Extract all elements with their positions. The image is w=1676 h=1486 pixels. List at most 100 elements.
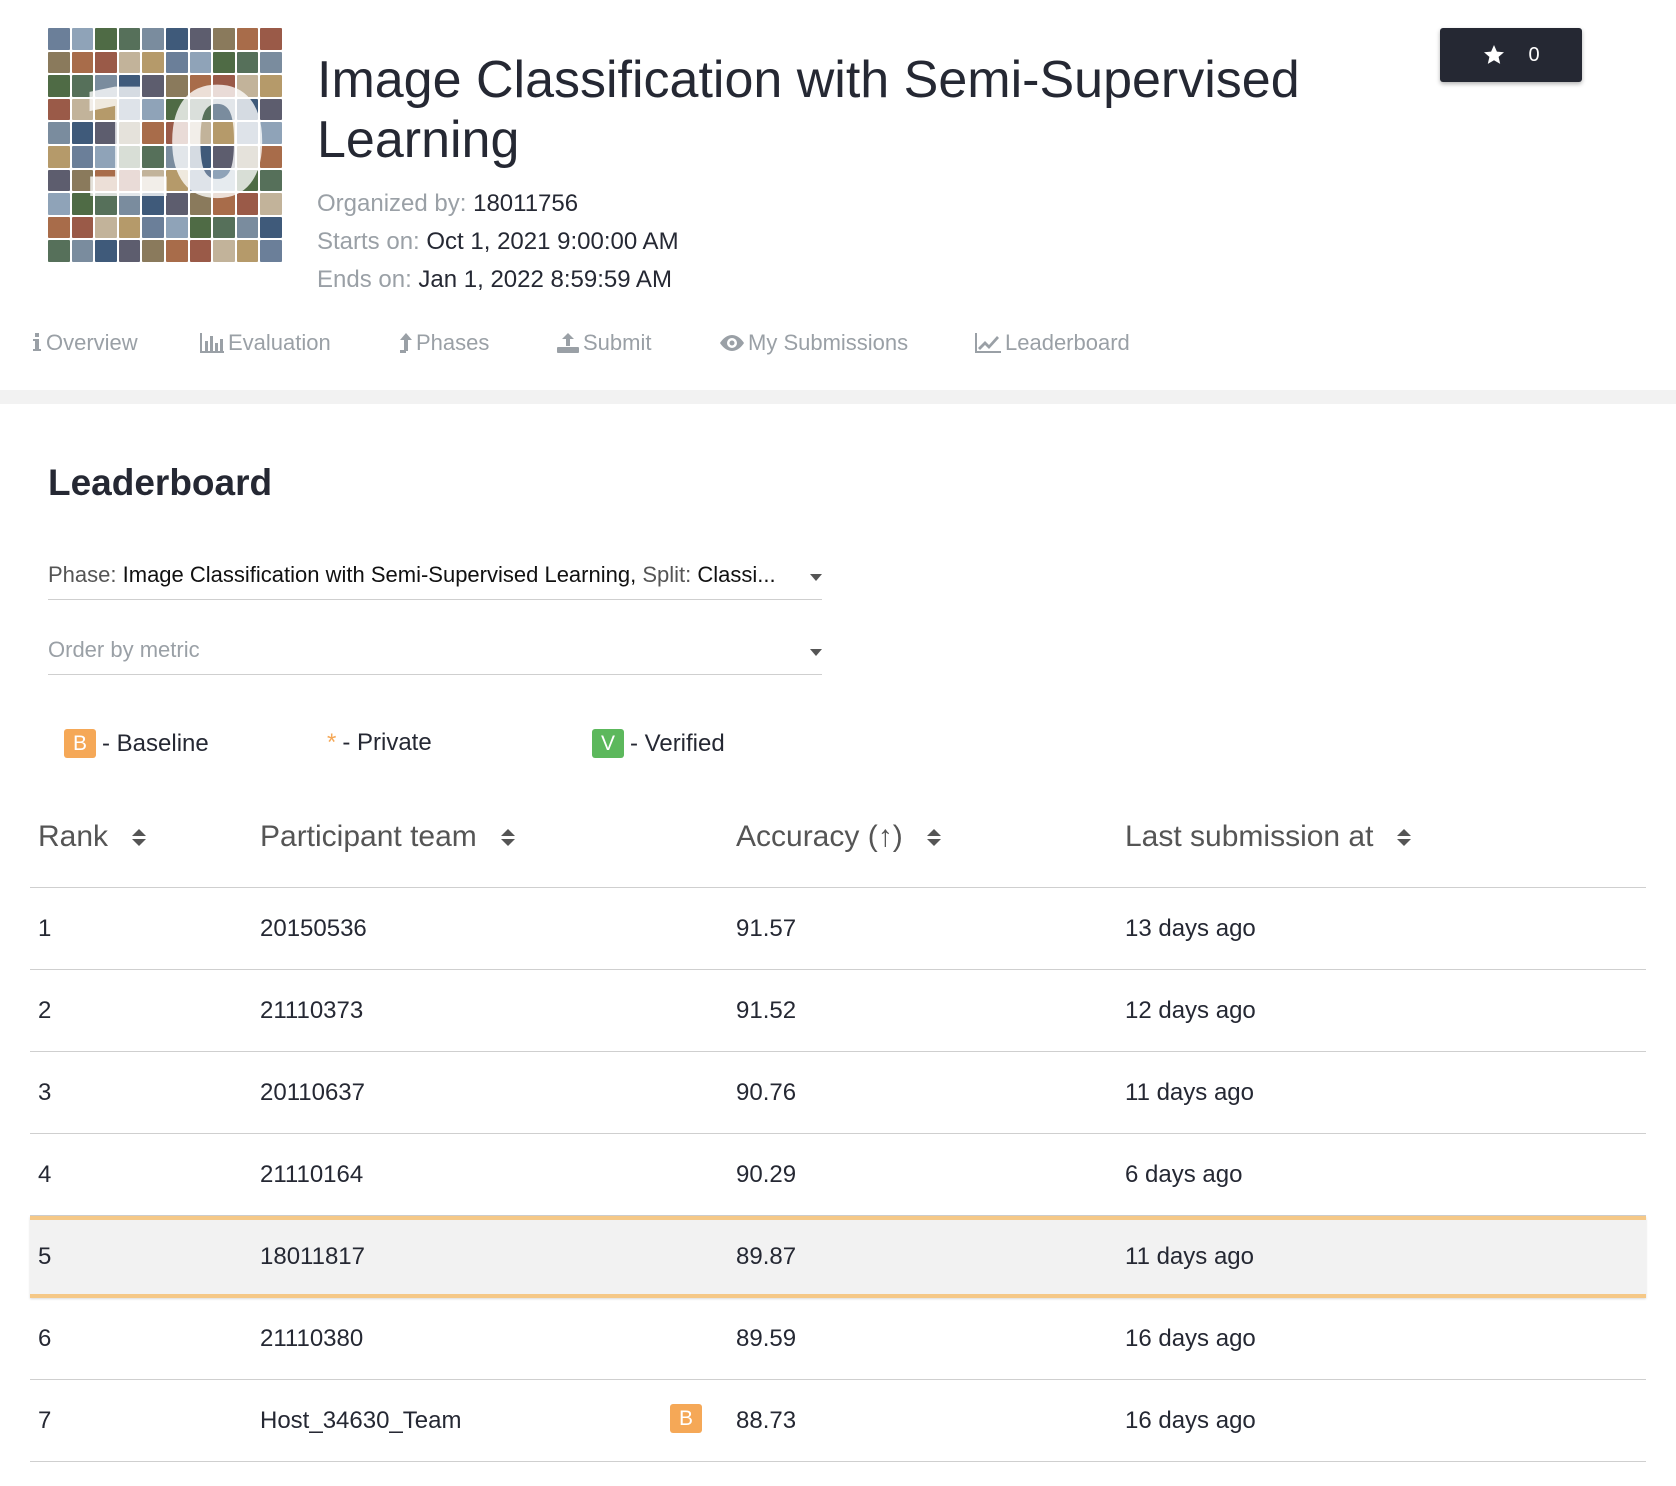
- sort-icon: [926, 828, 941, 846]
- leaderboard-table: Rank Participant team Accuracy (↑) Last …: [30, 800, 1646, 1462]
- accuracy-cell: 91.52: [736, 996, 797, 1024]
- challenge-logo: 10: [48, 28, 282, 262]
- table-row[interactable]: 4 21110164 90.29 6 days ago: [30, 1134, 1646, 1216]
- accuracy-cell: 88.73: [736, 1406, 797, 1434]
- accuracy-cell: 90.76: [736, 1078, 797, 1106]
- tab-label: Phases: [416, 330, 490, 355]
- column-label: Accuracy (↑): [736, 820, 903, 853]
- tab-overview[interactable]: Overview: [32, 330, 138, 356]
- team-cell: 21110164: [260, 1160, 364, 1188]
- split-value: Classi...: [697, 562, 776, 587]
- tab-label: Evaluation: [228, 330, 331, 355]
- split-label: Split:: [642, 562, 692, 587]
- start-date-value: Oct 1, 2021 9:00:00 AM: [426, 228, 679, 255]
- organizer-value: 18011756: [473, 190, 579, 217]
- table-row[interactable]: 7 Host_34630_Team B 88.73 16 days ago: [30, 1380, 1646, 1462]
- tab-label: Submit: [583, 330, 652, 355]
- team-cell: Host_34630_Team: [260, 1406, 462, 1434]
- baseline-legend-label: - Baseline: [102, 729, 209, 757]
- sort-icon: [500, 828, 515, 846]
- tab-phases[interactable]: Phases: [400, 330, 489, 356]
- organizer-line: Organized by: 18011756: [317, 190, 578, 218]
- team-cell: 18011817: [260, 1243, 365, 1270]
- column-label: Participant team: [260, 820, 477, 853]
- rank-cell: 3: [38, 1078, 52, 1106]
- end-date-label: Ends on:: [317, 266, 412, 293]
- accuracy-cell: 89.87: [736, 1243, 797, 1270]
- phase-value: Image Classification with Semi-Supervise…: [122, 562, 637, 587]
- logo-overlay-text: 10: [72, 58, 270, 232]
- star-icon: [1484, 45, 1505, 64]
- table-row[interactable]: 2 21110373 91.52 12 days ago: [30, 970, 1646, 1052]
- tab-label: Leaderboard: [1005, 330, 1130, 355]
- phase-split-value: Phase: Image Classification with Semi-Su…: [48, 562, 776, 588]
- table-row[interactable]: 1 20150536 91.57 13 days ago: [30, 888, 1646, 970]
- order-by-placeholder: Order by metric: [48, 637, 200, 662]
- end-date-line: Ends on: Jan 1, 2022 8:59:59 AM: [317, 266, 672, 294]
- verified-legend-label: - Verified: [630, 729, 725, 757]
- rank-cell: 2: [38, 996, 52, 1024]
- column-header-team[interactable]: Participant team: [260, 820, 515, 854]
- accuracy-cell: 91.57: [736, 914, 797, 942]
- last-submission-cell: 11 days ago: [1125, 1078, 1254, 1106]
- chevron-down-icon: [810, 574, 822, 581]
- star-count: 0: [1528, 43, 1540, 66]
- phase-label: Phase:: [48, 562, 117, 587]
- table-row[interactable]: 6 21110380 89.59 16 days ago: [30, 1298, 1646, 1380]
- baseline-badge: B: [64, 729, 96, 758]
- organizer-label: Organized by:: [317, 190, 467, 217]
- team-cell: 20150536: [260, 914, 367, 942]
- private-legend-label: - Private: [342, 729, 432, 756]
- tab-evaluation[interactable]: Evaluation: [200, 330, 331, 356]
- verified-badge: V: [592, 729, 624, 758]
- upload-icon: [557, 333, 579, 353]
- order-by-metric-select[interactable]: Order by metric: [48, 631, 822, 675]
- baseline-badge: B: [670, 1404, 702, 1433]
- private-mark: *: [327, 729, 337, 756]
- end-date-value: Jan 1, 2022 8:59:59 AM: [418, 266, 672, 293]
- sort-icon: [1397, 828, 1412, 846]
- legend-private: * - Private: [327, 729, 432, 757]
- legend-baseline: B - Baseline: [64, 729, 209, 758]
- last-submission-cell: 12 days ago: [1125, 996, 1256, 1024]
- column-label: Last submission at: [1125, 820, 1374, 853]
- last-submission-cell: 16 days ago: [1125, 1406, 1256, 1434]
- tab-submit[interactable]: Submit: [557, 330, 651, 356]
- rank-cell: 6: [38, 1324, 52, 1352]
- table-header: Rank Participant team Accuracy (↑) Last …: [30, 800, 1646, 888]
- start-date-label: Starts on:: [317, 228, 420, 255]
- rank-cell: 4: [38, 1160, 52, 1188]
- tab-leaderboard[interactable]: Leaderboard: [975, 330, 1130, 356]
- column-label: Rank: [38, 820, 109, 853]
- phase-split-select[interactable]: Phase: Image Classification with Semi-Su…: [48, 556, 822, 600]
- table-row-highlighted[interactable]: 5 18011817 89.87 11 days ago: [30, 1216, 1646, 1298]
- column-header-accuracy[interactable]: Accuracy (↑): [736, 820, 941, 854]
- eye-icon: [720, 335, 744, 351]
- last-submission-cell: 16 days ago: [1125, 1324, 1256, 1352]
- info-icon: [33, 333, 41, 351]
- leaderboard-title: Leaderboard: [48, 462, 273, 503]
- team-cell: 21110373: [260, 996, 364, 1024]
- accuracy-cell: 89.59: [736, 1324, 797, 1352]
- tab-label: My Submissions: [748, 330, 909, 355]
- section-divider: [0, 390, 1676, 404]
- chevron-down-icon: [810, 649, 822, 656]
- rank-cell: 7: [38, 1406, 52, 1434]
- page-title: Image Classification with Semi-Supervise…: [317, 51, 1300, 169]
- team-cell: 20110637: [260, 1078, 365, 1106]
- team-cell: 21110380: [260, 1324, 364, 1352]
- rank-cell: 1: [38, 914, 52, 942]
- tab-my-submissions[interactable]: My Submissions: [720, 330, 908, 356]
- line-chart-icon: [975, 333, 1001, 353]
- table-row[interactable]: 3 20110637 90.76 11 days ago: [30, 1052, 1646, 1134]
- start-date-line: Starts on: Oct 1, 2021 9:00:00 AM: [317, 228, 679, 256]
- legend-verified: V - Verified: [592, 729, 725, 758]
- star-button[interactable]: 0: [1440, 28, 1582, 82]
- accuracy-cell: 90.29: [736, 1160, 797, 1188]
- last-submission-cell: 13 days ago: [1125, 914, 1256, 942]
- column-header-last-submission[interactable]: Last submission at: [1125, 820, 1412, 854]
- sort-icon: [132, 828, 147, 846]
- column-header-rank[interactable]: Rank: [38, 820, 147, 854]
- arrow-up-icon: [400, 333, 412, 353]
- tab-label: Overview: [46, 330, 138, 355]
